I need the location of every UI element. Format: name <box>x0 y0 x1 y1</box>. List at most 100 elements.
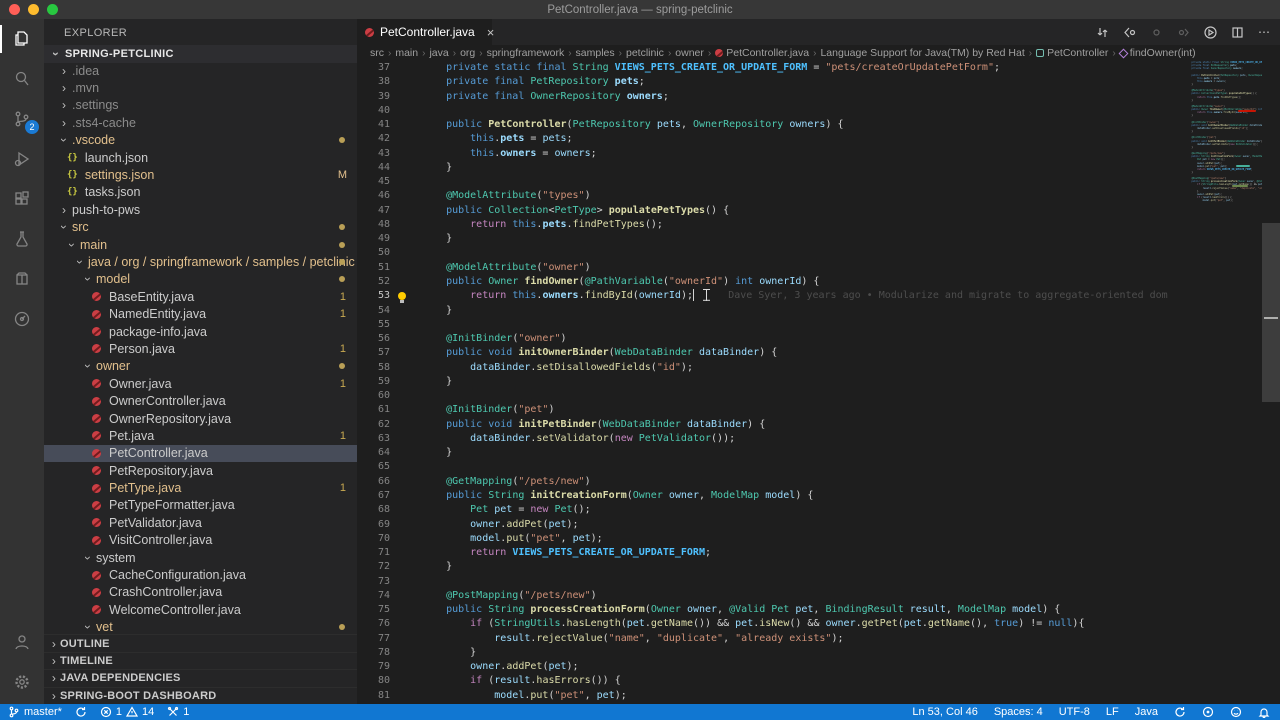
code-line-75[interactable]: 75 public String processCreationForm(Own… <box>357 603 1186 617</box>
tree-item-vet[interactable]: ›vet <box>44 619 357 635</box>
tab-petcontroller-java[interactable]: PetController.java × <box>357 19 492 45</box>
last-edit-location-icon[interactable] <box>1173 22 1193 42</box>
tree-item-launch.json[interactable]: {}launch.json <box>44 149 357 166</box>
tree-item-java-org-springframework-samples-petclinic[interactable]: ›java / org / springframework / samples … <box>44 253 357 270</box>
section-timeline[interactable]: ›TIMELINE <box>44 652 357 669</box>
problems-status[interactable]: 1 14 <box>100 706 154 718</box>
code-editor[interactable]: 37 private static final String VIEWS_PET… <box>357 61 1280 704</box>
breadcrumb-java[interactable]: java <box>429 47 448 59</box>
tree-item-.idea[interactable]: ›.idea <box>44 62 357 79</box>
code-line-44[interactable]: 44 } <box>357 161 1186 175</box>
breadcrumb-owner[interactable]: owner <box>675 47 704 59</box>
indentation-status[interactable]: Spaces: 4 <box>994 706 1043 718</box>
code-line-38[interactable]: 38 private final PetRepository pets; <box>357 75 1186 89</box>
code-line-49[interactable]: 49 } <box>357 232 1186 246</box>
cursor-position-status[interactable]: Ln 53, Col 46 <box>912 706 977 718</box>
minimap[interactable]: private static final String VIEWS_PETS_C… <box>1186 61 1262 704</box>
section-spring-boot-dashboard[interactable]: ›SPRING-BOOT DASHBOARD <box>44 687 357 704</box>
tree-item-crashcontroller.java[interactable]: CrashController.java <box>44 584 357 601</box>
tree-item-petvalidator.java[interactable]: PetValidator.java <box>44 514 357 531</box>
tree-item-settings.json[interactable]: {}settings.jsonM <box>44 166 357 183</box>
code-line-57[interactable]: 57 public void initOwnerBinder(WebDataBi… <box>357 346 1186 360</box>
feedback-smiley-icon[interactable] <box>1230 706 1242 718</box>
code-line-73[interactable]: 73 <box>357 575 1186 589</box>
notifications-bell-icon[interactable] <box>1258 706 1270 718</box>
code-line-40[interactable]: 40 <box>357 104 1186 118</box>
tree-item-petcontroller.java[interactable]: PetController.java <box>44 445 357 462</box>
lightbulb-icon[interactable] <box>398 292 406 300</box>
code-line-74[interactable]: 74 @PostMapping("/pets/new") <box>357 589 1186 603</box>
code-line-79[interactable]: 79 owner.addPet(pet); <box>357 660 1186 674</box>
breadcrumb-petcontroller.java[interactable]: PetController.java <box>715 47 809 59</box>
code-line-46[interactable]: 46 @ModelAttribute("types") <box>357 189 1186 203</box>
code-line-56[interactable]: 56 @InitBinder("owner") <box>357 332 1186 346</box>
source-control-icon[interactable]: 2 <box>0 99 44 139</box>
tree-item-system[interactable]: ›system <box>44 549 357 566</box>
language-mode-status[interactable]: Java <box>1135 706 1158 718</box>
java-server-status-icon[interactable] <box>1202 706 1214 718</box>
code-line-41[interactable]: 41 public PetController(PetRepository pe… <box>357 118 1186 132</box>
vertical-scrollbar[interactable] <box>1262 61 1280 704</box>
minimize-window-button[interactable] <box>28 4 39 15</box>
run-debug-icon[interactable] <box>0 139 44 179</box>
search-icon[interactable] <box>0 59 44 99</box>
close-window-button[interactable] <box>9 4 20 15</box>
tree-item-person.java[interactable]: Person.java1 <box>44 340 357 357</box>
close-tab-icon[interactable]: × <box>487 25 495 40</box>
code-line-64[interactable]: 64 } <box>357 446 1186 460</box>
code-line-54[interactable]: 54 } <box>357 304 1186 318</box>
tree-item-package-info.java[interactable]: package-info.java <box>44 323 357 340</box>
tree-item-pet.java[interactable]: Pet.java1 <box>44 427 357 444</box>
breadcrumb-petclinic[interactable]: petclinic <box>626 47 664 59</box>
code-line-61[interactable]: 61 @InitBinder("pet") <box>357 403 1186 417</box>
explorer-icon[interactable] <box>0 19 44 59</box>
test-explorer-icon[interactable] <box>0 219 44 259</box>
run-java-icon[interactable] <box>1200 22 1220 42</box>
code-line-51[interactable]: 51 @ModelAttribute("owner") <box>357 261 1186 275</box>
ci-pipeline-icon[interactable] <box>0 299 44 339</box>
code-line-78[interactable]: 78 } <box>357 646 1186 660</box>
more-actions-icon[interactable]: ⋯ <box>1254 22 1274 42</box>
tree-item-cacheconfiguration.java[interactable]: CacheConfiguration.java <box>44 566 357 583</box>
breadcrumb-main[interactable]: main <box>395 47 418 59</box>
tree-item-visitcontroller.java[interactable]: VisitController.java <box>44 532 357 549</box>
extensions-icon[interactable] <box>0 179 44 219</box>
tree-item-pettype.java[interactable]: PetType.java1 <box>44 479 357 496</box>
tree-item-owner.java[interactable]: Owner.java1 <box>44 375 357 392</box>
code-line-60[interactable]: 60 <box>357 389 1186 403</box>
git-branch-status[interactable]: master* <box>8 706 62 718</box>
language-status-icon[interactable] <box>1174 706 1186 718</box>
code-line-39[interactable]: 39 private final OwnerRepository owners; <box>357 90 1186 104</box>
code-line-42[interactable]: 42 this.pets = pets; <box>357 132 1186 146</box>
code-line-71[interactable]: 71 return VIEWS_PETS_CREATE_OR_UPDATE_FO… <box>357 546 1186 560</box>
code-line-66[interactable]: 66 @GetMapping("/pets/new") <box>357 475 1186 489</box>
tree-item-push-to-pws[interactable]: ›push-to-pws <box>44 201 357 218</box>
code-line-58[interactable]: 58 dataBinder.setDisallowedFields("id"); <box>357 361 1186 375</box>
scrollbar-thumb[interactable] <box>1262 223 1280 402</box>
split-editor-icon[interactable] <box>1227 22 1247 42</box>
code-line-69[interactable]: 69 owner.addPet(pet); <box>357 518 1186 532</box>
tree-item-.sts4-cache[interactable]: ›.sts4-cache <box>44 114 357 131</box>
code-line-81[interactable]: 81 model.put("pet", pet); <box>357 689 1186 703</box>
tree-item-.mvn[interactable]: ›.mvn <box>44 79 357 96</box>
tree-item-tasks.json[interactable]: {}tasks.json <box>44 184 357 201</box>
code-line-63[interactable]: 63 dataBinder.setValidator(new PetValida… <box>357 432 1186 446</box>
running-tasks-status[interactable]: 1 <box>167 706 189 718</box>
breadcrumb-findowner-int-[interactable]: findOwner(int) <box>1120 47 1196 59</box>
java-projects-icon[interactable] <box>0 259 44 299</box>
open-changes-icon[interactable] <box>1092 22 1112 42</box>
code-line-62[interactable]: 62 public void initPetBinder(WebDataBind… <box>357 418 1186 432</box>
tree-item-main[interactable]: ›main <box>44 236 357 253</box>
accounts-icon[interactable] <box>0 622 44 662</box>
section-outline[interactable]: ›OUTLINE <box>44 634 357 651</box>
tree-item-.vscode[interactable]: ›.vscode <box>44 132 357 149</box>
tree-item-pettypeformatter.java[interactable]: PetTypeFormatter.java <box>44 497 357 514</box>
tree-root-spring-petclinic[interactable]: › SPRING-PETCLINIC <box>44 45 357 63</box>
code-line-48[interactable]: 48 return this.pets.findPetTypes(); <box>357 218 1186 232</box>
code-line-47[interactable]: 47 public Collection<PetType> populatePe… <box>357 204 1186 218</box>
tree-item-ownerrepository.java[interactable]: OwnerRepository.java <box>44 410 357 427</box>
tree-item-namedentity.java[interactable]: NamedEntity.java1 <box>44 305 357 322</box>
zoom-window-button[interactable] <box>47 4 58 15</box>
code-line-52[interactable]: 52 public Owner findOwner(@PathVariable(… <box>357 275 1186 289</box>
code-line-76[interactable]: 76 if (StringUtils.hasLength(pet.getName… <box>357 617 1186 631</box>
